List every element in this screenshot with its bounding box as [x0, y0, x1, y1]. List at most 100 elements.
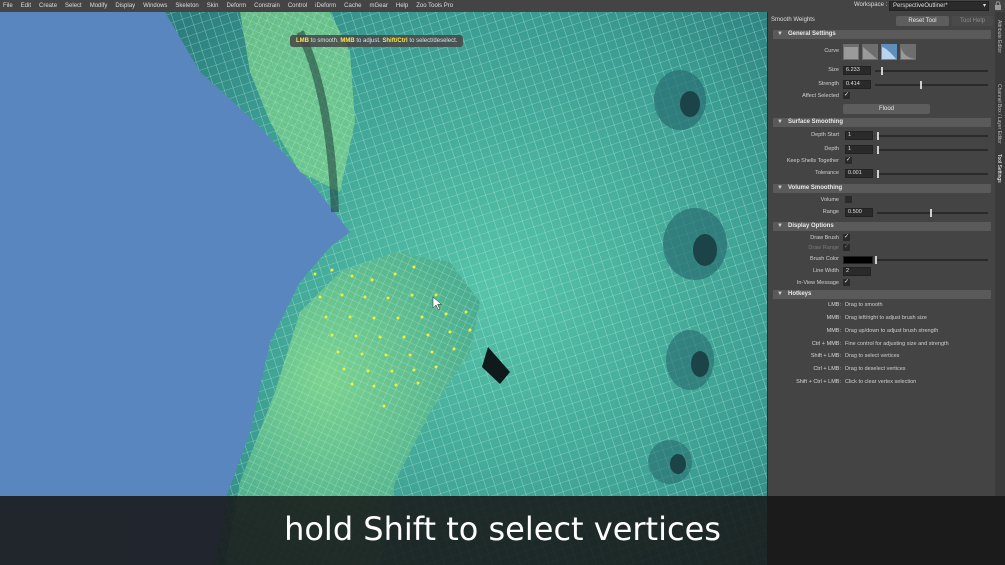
- tab-attribute-editor[interactable]: Attribute Editor: [996, 20, 1002, 53]
- depth-start-field[interactable]: 1: [845, 131, 873, 140]
- tolerance-field[interactable]: 0.001: [845, 169, 873, 178]
- curve-linear-icon[interactable]: [862, 44, 878, 60]
- range-slider[interactable]: [877, 212, 988, 214]
- menu-ideform[interactable]: iDeform: [315, 3, 336, 9]
- menu-constrain[interactable]: Constrain: [254, 3, 280, 9]
- menu-edit[interactable]: Edit: [21, 3, 31, 9]
- brush-color-swatch[interactable]: [843, 256, 873, 264]
- subtitle-caption: hold Shift to select vertices: [284, 510, 721, 548]
- hotkey-key: LMB:: [828, 302, 841, 308]
- depth-start-slider[interactable]: [877, 135, 988, 137]
- menu-modify[interactable]: Modify: [90, 3, 108, 9]
- menu-control[interactable]: Control: [288, 3, 307, 9]
- depth-label: Depth: [824, 146, 839, 152]
- in-view-message: LMB to smooth. MMB to adjust. Shift/Ctrl…: [290, 35, 464, 47]
- brush-color-slider[interactable]: [877, 259, 988, 261]
- menu-deform[interactable]: Deform: [226, 3, 246, 9]
- draw-range-checkbox[interactable]: ✓: [843, 244, 850, 251]
- menu-create[interactable]: Create: [39, 3, 57, 9]
- tolerance-slider[interactable]: [877, 173, 988, 175]
- hotkey-key: MMB:: [826, 328, 841, 334]
- draw-brush-checkbox[interactable]: ✓: [843, 234, 850, 241]
- depth-slider-handle[interactable]: [877, 146, 879, 154]
- volume-smoothing-header[interactable]: ▼ Volume Smoothing: [773, 184, 991, 193]
- depth-field[interactable]: 1: [845, 145, 873, 154]
- size-label: Size: [828, 67, 839, 73]
- in-view-message-label: In-View Message: [796, 280, 839, 286]
- range-label: Range: [822, 209, 839, 215]
- size-slider-handle[interactable]: [881, 67, 883, 75]
- hotkeys-header[interactable]: ▼ Hotkeys: [773, 290, 991, 299]
- tool-help-button[interactable]: Tool Help: [952, 16, 993, 26]
- curve-smooth-icon[interactable]: [881, 44, 897, 60]
- volume-label: Volume: [820, 197, 839, 203]
- brush-color-slider-handle[interactable]: [875, 256, 877, 264]
- menu-display[interactable]: Display: [115, 3, 135, 9]
- size-field[interactable]: 6.233: [843, 66, 871, 75]
- in-view-message-checkbox[interactable]: ✓: [843, 279, 850, 286]
- volume-checkbox[interactable]: [845, 196, 852, 203]
- collapse-triangle-icon: ▼: [777, 223, 783, 229]
- keep-shells-checkbox[interactable]: ✓: [845, 157, 852, 164]
- menu-select[interactable]: Select: [65, 3, 82, 9]
- lock-icon[interactable]: [994, 1, 1002, 10]
- menu-skeleton[interactable]: Skeleton: [175, 3, 198, 9]
- menu-file[interactable]: File: [3, 3, 13, 9]
- collapse-triangle-icon: ▼: [777, 291, 783, 297]
- hotkey-key: Ctrl + LMB:: [813, 366, 841, 372]
- curve-spike-icon[interactable]: [900, 44, 916, 60]
- depth-slider[interactable]: [877, 149, 988, 151]
- hotkey-desc: Drag to deselect vertices: [845, 366, 906, 372]
- menu-windows[interactable]: Windows: [143, 3, 167, 9]
- tab-channel-box[interactable]: Channel Box / Layer Editor: [996, 84, 1002, 144]
- general-settings-header[interactable]: ▼ General Settings: [773, 30, 991, 39]
- collapse-triangle-icon: ▼: [777, 31, 783, 37]
- depth-start-label: Depth Start: [811, 132, 839, 138]
- help-text-smooth: to smooth.: [309, 38, 341, 44]
- display-options-header[interactable]: ▼ Display Options: [773, 222, 991, 231]
- chevron-down-icon: ▾: [982, 3, 986, 9]
- collapse-triangle-icon: ▼: [777, 119, 783, 125]
- flood-button[interactable]: Flood: [843, 104, 930, 114]
- menu-cache[interactable]: Cache: [344, 3, 361, 9]
- mesh-render: [165, 12, 767, 565]
- help-text-select: to select/deselect.: [407, 38, 458, 44]
- draw-brush-label: Draw Brush: [810, 235, 839, 241]
- menu-mgear[interactable]: mGear: [370, 3, 388, 9]
- menu-skin[interactable]: Skin: [207, 3, 219, 9]
- curve-flat-icon[interactable]: [843, 44, 859, 60]
- hotkey-key: Ctrl + MMB:: [811, 341, 841, 347]
- workspace-dropdown[interactable]: PerspectiveOutliner* ▾: [889, 1, 989, 11]
- help-key-mmb: MMB: [340, 38, 355, 44]
- strength-slider-handle[interactable]: [920, 81, 922, 89]
- tab-tool-settings[interactable]: Tool Settings: [996, 154, 1002, 183]
- menu-zoo-tools-pro[interactable]: Zoo Tools Pro: [416, 3, 453, 9]
- general-settings-title: General Settings: [788, 31, 836, 37]
- surface-smoothing-title: Surface Smoothing: [788, 119, 844, 125]
- affect-selected-checkbox[interactable]: ✓: [843, 92, 850, 99]
- hotkey-desc: Drag up/down to adjust brush strength: [845, 328, 939, 334]
- collapse-triangle-icon: ▼: [777, 185, 783, 191]
- workspace-value: PerspectiveOutliner*: [893, 3, 948, 9]
- display-options-title: Display Options: [788, 223, 834, 229]
- range-slider-handle[interactable]: [930, 209, 932, 217]
- hotkey-desc: Drag to select vertices: [845, 353, 900, 359]
- hotkey-desc: Click to clear vertex selection: [845, 379, 917, 385]
- side-tab-strip: Attribute Editor Channel Box / Layer Edi…: [995, 12, 1005, 496]
- size-slider[interactable]: [875, 70, 988, 72]
- depth-start-slider-handle[interactable]: [877, 132, 879, 140]
- line-width-field[interactable]: 2: [843, 267, 871, 276]
- 3d-viewport[interactable]: LMB to smooth. MMB to adjust. Shift/Ctrl…: [0, 12, 767, 565]
- reset-tool-button[interactable]: Reset Tool: [896, 16, 949, 26]
- range-field[interactable]: 0.500: [845, 208, 873, 217]
- help-key-shift-ctrl: Shift/Ctrl: [382, 38, 408, 44]
- tolerance-slider-handle[interactable]: [877, 170, 879, 178]
- strength-slider[interactable]: [875, 84, 988, 86]
- menu-help[interactable]: Help: [396, 3, 408, 9]
- strength-field[interactable]: 0.414: [843, 80, 871, 89]
- panel-title: Smooth Weights: [771, 17, 815, 23]
- surface-smoothing-header[interactable]: ▼ Surface Smoothing: [773, 118, 991, 127]
- hotkey-desc: Drag left/right to adjust brush size: [845, 315, 927, 321]
- hotkeys-title: Hotkeys: [788, 291, 812, 297]
- hotkey-key: Shift + Ctrl + LMB:: [796, 379, 841, 385]
